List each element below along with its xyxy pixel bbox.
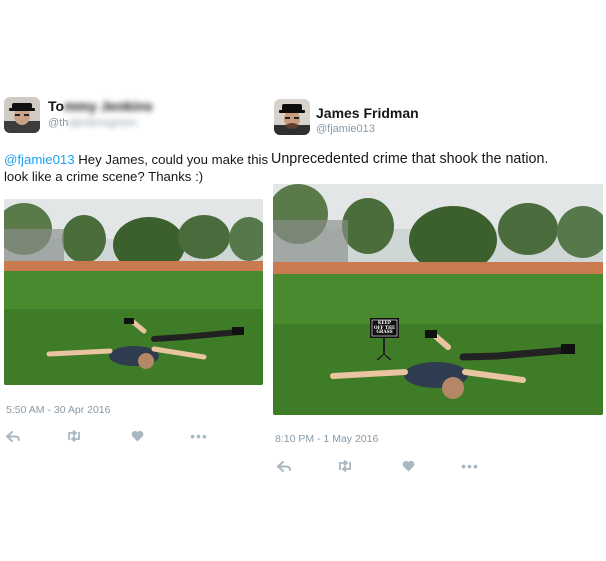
reply-icon[interactable] [4,429,22,443]
right-action-bar: ••• [275,459,485,473]
left-tweet: Tommy Jenkins @thejenkinsgreen @fjamie01… [0,0,270,561]
left-timestamp[interactable]: 5:50 AM - 30 Apr 2016 [6,404,111,416]
left-display-name[interactable]: Tommy Jenkins [48,98,153,114]
right-tweet-text: Unprecedented crime that shook the natio… [271,151,549,167]
right-avatar[interactable] [274,99,310,135]
right-tweet: James Fridman @fjamie013 Unprecedented c… [270,0,606,561]
left-tweet-photo[interactable] [4,199,263,385]
keep-off-sign-text: KEEP OFF THE GRASS [373,320,396,335]
heart-icon[interactable] [128,429,146,443]
heart-icon[interactable] [399,459,417,473]
right-tweet-photo[interactable]: KEEP OFF THE GRASS [273,184,603,415]
more-icon[interactable]: ••• [190,429,208,443]
reply-icon[interactable] [275,459,293,473]
left-handle[interactable]: @thejenkinsgreen [48,117,137,129]
left-tweet-text: @fjamie013 Hey James, could you make thi… [4,152,269,184]
right-timestamp[interactable]: 8:10 PM - 1 May 2016 [275,433,378,445]
more-icon[interactable]: ••• [461,459,479,473]
retweet-icon[interactable] [65,429,83,443]
right-display-name[interactable]: James Fridman [316,105,419,121]
retweet-icon[interactable] [336,459,354,473]
mention-link[interactable]: @fjamie013 [4,152,75,167]
right-handle[interactable]: @fjamie013 [316,123,375,135]
left-action-bar: ••• [4,429,214,443]
left-avatar[interactable] [4,97,40,133]
